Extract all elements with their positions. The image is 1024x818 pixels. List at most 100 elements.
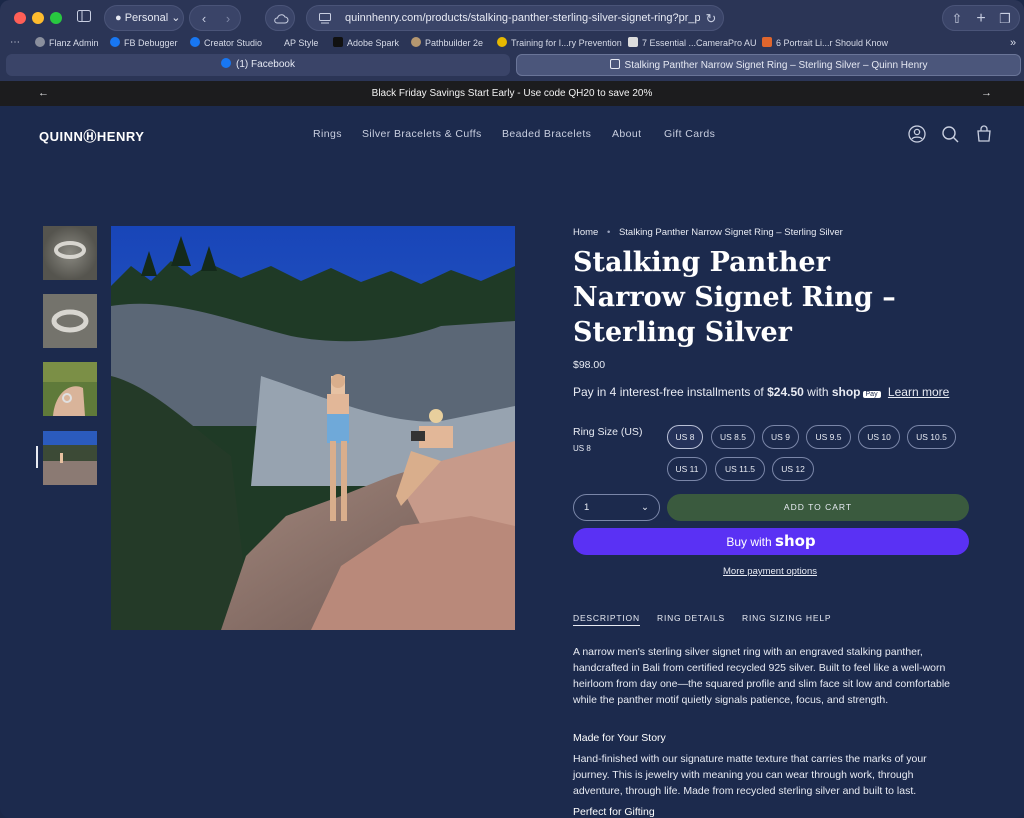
tab-overview-icon[interactable]: ❐ bbox=[995, 6, 1015, 32]
account-icon[interactable] bbox=[907, 124, 927, 144]
browser-chrome: ● Personal ⌄ ‹ › quinnhenry.com/products… bbox=[0, 0, 1024, 81]
previous-announcement-button[interactable]: ← bbox=[38, 81, 49, 106]
next-announcement-button[interactable]: → bbox=[981, 81, 992, 106]
bookmark-item[interactable]: Adobe Spark bbox=[333, 35, 399, 51]
ring-size-label: Ring Size (US) bbox=[573, 426, 643, 438]
gallery-thumbnail-active[interactable] bbox=[43, 431, 97, 485]
active-thumbnail-indicator bbox=[36, 446, 38, 468]
size-option[interactable]: US 8 bbox=[667, 425, 703, 449]
favicon-icon bbox=[497, 37, 507, 47]
bookmark-item[interactable]: Training for I...ry Prevention bbox=[497, 35, 622, 51]
size-option[interactable]: US 9 bbox=[762, 425, 799, 449]
sidebar-toggle-icon[interactable] bbox=[73, 5, 95, 31]
site-header: QUINNⒽHENRY Rings Silver Bracelets & Cuf… bbox=[0, 106, 1024, 166]
reload-icon[interactable]: ↻ bbox=[703, 6, 719, 32]
nav-beaded-bracelets[interactable]: Beaded Bracelets bbox=[502, 128, 591, 140]
tab-ring-sizing-help[interactable]: RING SIZING HELP bbox=[742, 613, 831, 623]
size-option[interactable]: US 10.5 bbox=[907, 425, 956, 449]
tab-ring-details[interactable]: RING DETAILS bbox=[657, 613, 725, 623]
minimize-window-button[interactable] bbox=[32, 12, 44, 24]
page-menu-icon[interactable] bbox=[319, 13, 331, 24]
size-option[interactable]: US 12 bbox=[772, 457, 814, 481]
story-heading: Made for Your Story bbox=[573, 732, 666, 744]
bookmark-item[interactable]: Flanz Admin bbox=[35, 35, 99, 51]
bookmark-item[interactable]: 6 Portrait Li...r Should Know bbox=[762, 35, 888, 51]
facebook-icon bbox=[221, 58, 232, 68]
breadcrumb-separator: • bbox=[606, 227, 611, 238]
add-to-cart-button[interactable]: ADD TO CART bbox=[667, 494, 969, 521]
quantity-select[interactable]: 1 ⌄ bbox=[573, 494, 660, 521]
size-option[interactable]: US 9.5 bbox=[806, 425, 851, 449]
apps-grid-icon[interactable]: ⋯ bbox=[10, 35, 20, 51]
cloud-icon bbox=[274, 14, 289, 24]
facebook-icon bbox=[190, 37, 200, 47]
close-window-button[interactable] bbox=[14, 12, 26, 24]
more-payment-options-link[interactable]: More payment options bbox=[723, 566, 817, 577]
nav-rings[interactable]: Rings bbox=[313, 128, 342, 140]
back-button[interactable]: ‹ bbox=[194, 6, 214, 32]
tab-quinn-henry[interactable]: Stalking Panther Narrow Signet Ring – St… bbox=[516, 54, 1021, 76]
size-option[interactable]: US 10 bbox=[858, 425, 900, 449]
favicon-icon bbox=[762, 37, 772, 47]
site-logo[interactable]: QUINNⒽHENRY bbox=[39, 126, 144, 145]
zoom-window-button[interactable] bbox=[50, 12, 62, 24]
gallery-thumbnail[interactable] bbox=[43, 226, 97, 280]
product-main-image[interactable] bbox=[111, 226, 515, 630]
quantity-value: 1 bbox=[584, 502, 590, 513]
bookmark-item[interactable]: FB Debugger bbox=[110, 35, 178, 51]
nav-silver-bracelets[interactable]: Silver Bracelets & Cuffs bbox=[362, 128, 482, 140]
bookmark-item[interactable]: Creator Studio bbox=[190, 35, 262, 51]
more-bookmarks-icon[interactable]: » bbox=[1010, 35, 1016, 51]
size-option[interactable]: US 11.5 bbox=[715, 457, 765, 481]
share-icon[interactable]: ⇧ bbox=[947, 6, 967, 32]
gallery-thumbnail[interactable] bbox=[43, 294, 97, 348]
bookmark-item[interactable]: 7 Essential ...CameraPro AU bbox=[628, 35, 757, 51]
bookmarks-bar: ⋯ Flanz Admin FB Debugger Creator Studio… bbox=[0, 35, 1024, 51]
bookmark-item[interactable]: Pathbuilder 2e bbox=[411, 35, 483, 51]
tab-facebook[interactable]: (1) Facebook bbox=[6, 54, 510, 76]
forward-button[interactable]: › bbox=[218, 6, 238, 32]
nav-about[interactable]: About bbox=[612, 128, 641, 140]
shop-logo: shop bbox=[775, 532, 816, 550]
installment-amount: $24.50 bbox=[767, 385, 804, 399]
chevron-down-icon: ⌄ bbox=[171, 12, 181, 24]
product-price: $98.00 bbox=[573, 359, 606, 371]
new-tab-icon[interactable]: + bbox=[971, 6, 991, 32]
history-nav: ‹ › bbox=[189, 5, 241, 31]
chevron-down-icon: ⌄ bbox=[641, 502, 649, 513]
address-bar[interactable]: quinnhenry.com/products/stalking-panther… bbox=[306, 5, 724, 31]
profile-label: Personal bbox=[124, 12, 169, 24]
bookmark-item[interactable]: AP Style bbox=[270, 35, 318, 51]
breadcrumb: Home • Stalking Panther Narrow Signet Ri… bbox=[573, 227, 843, 238]
url-text: quinnhenry.com/products/stalking-panther… bbox=[345, 12, 700, 24]
favicon-icon bbox=[270, 37, 280, 47]
gallery-thumbnail[interactable] bbox=[43, 362, 97, 416]
tab-description[interactable]: DESCRIPTION bbox=[573, 613, 640, 626]
breadcrumb-home[interactable]: Home bbox=[573, 227, 598, 238]
shop-pay-installments: Pay in 4 interest-free installments of $… bbox=[573, 385, 949, 399]
person-icon: ● bbox=[115, 12, 122, 24]
installment-with: with bbox=[807, 385, 829, 399]
announcement-bar: ← Black Friday Savings Start Early - Use… bbox=[0, 81, 1024, 106]
ring-size-selected: US 8 bbox=[573, 444, 591, 453]
installment-text: Pay in 4 interest-free installments of bbox=[573, 385, 764, 399]
icloud-tabs-button[interactable] bbox=[265, 5, 295, 31]
announcement-text: Black Friday Savings Start Early - Use c… bbox=[371, 88, 653, 99]
profile-button[interactable]: ● Personal ⌄ bbox=[104, 5, 184, 31]
gift-heading: Perfect for Gifting bbox=[573, 806, 655, 818]
product-description: A narrow men's sterling silver signet ri… bbox=[573, 646, 951, 706]
facebook-icon bbox=[110, 37, 120, 47]
size-option[interactable]: US 11 bbox=[667, 457, 707, 481]
nav-gift-cards[interactable]: Gift Cards bbox=[664, 128, 715, 140]
cart-icon[interactable] bbox=[974, 124, 994, 144]
size-option[interactable]: US 8.5 bbox=[711, 425, 755, 449]
browser-toolbar: ● Personal ⌄ ‹ › quinnhenry.com/products… bbox=[0, 0, 1024, 35]
search-icon[interactable] bbox=[940, 124, 960, 144]
buy-with-shop-button[interactable]: Buy with shop bbox=[573, 528, 969, 555]
shop-pay-logo: shop Pay bbox=[832, 385, 881, 399]
story-text: Hand-finished with our signature matte t… bbox=[573, 753, 927, 797]
product-title: Stalking Panther Narrow Signet Ring – St… bbox=[573, 247, 896, 348]
favicon-icon bbox=[628, 37, 638, 47]
favicon-icon bbox=[411, 37, 421, 47]
learn-more-link[interactable]: Learn more bbox=[888, 385, 949, 399]
